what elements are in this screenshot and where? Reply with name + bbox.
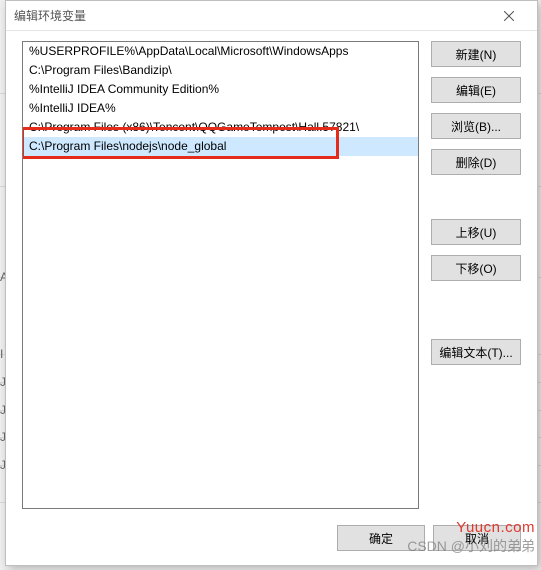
list-item[interactable]: C:\Program Files\Bandizip\ [23,61,418,80]
list-item[interactable]: %USERPROFILE%\AppData\Local\Microsoft\Wi… [23,42,418,61]
titlebar[interactable]: 编辑环境变量 [6,1,537,31]
bg-char: I [0,347,3,361]
dialog-title: 编辑环境变量 [14,7,489,24]
edit-env-var-dialog: 编辑环境变量 %USERPROFILE%\AppData\Local\Micro… [5,0,538,566]
dialog-footer: 确定 取消 [337,525,521,551]
list-item[interactable]: C:\Program Files (x86)\Tencent\QQGameTem… [23,118,418,137]
list-item[interactable]: C:\Program Files\nodejs\node_global [23,137,418,156]
ok-button[interactable]: 确定 [337,525,425,551]
move-down-button[interactable]: 下移(O) [431,255,521,281]
close-button[interactable] [489,2,529,30]
list-item[interactable]: %IntelliJ IDEA% [23,99,418,118]
close-icon [504,11,514,21]
delete-button[interactable]: 删除(D) [431,149,521,175]
path-listbox[interactable]: %USERPROFILE%\AppData\Local\Microsoft\Wi… [22,41,419,509]
new-button[interactable]: 新建(N) [431,41,521,67]
edit-text-button[interactable]: 编辑文本(T)... [431,339,521,365]
browse-button[interactable]: 浏览(B)... [431,113,521,139]
button-column: 新建(N) 编辑(E) 浏览(B)... 删除(D) 上移(U) 下移(O) 编… [431,41,521,509]
move-up-button[interactable]: 上移(U) [431,219,521,245]
cancel-button[interactable]: 取消 [433,525,521,551]
edit-button[interactable]: 编辑(E) [431,77,521,103]
list-item[interactable]: %IntelliJ IDEA Community Edition% [23,80,418,99]
